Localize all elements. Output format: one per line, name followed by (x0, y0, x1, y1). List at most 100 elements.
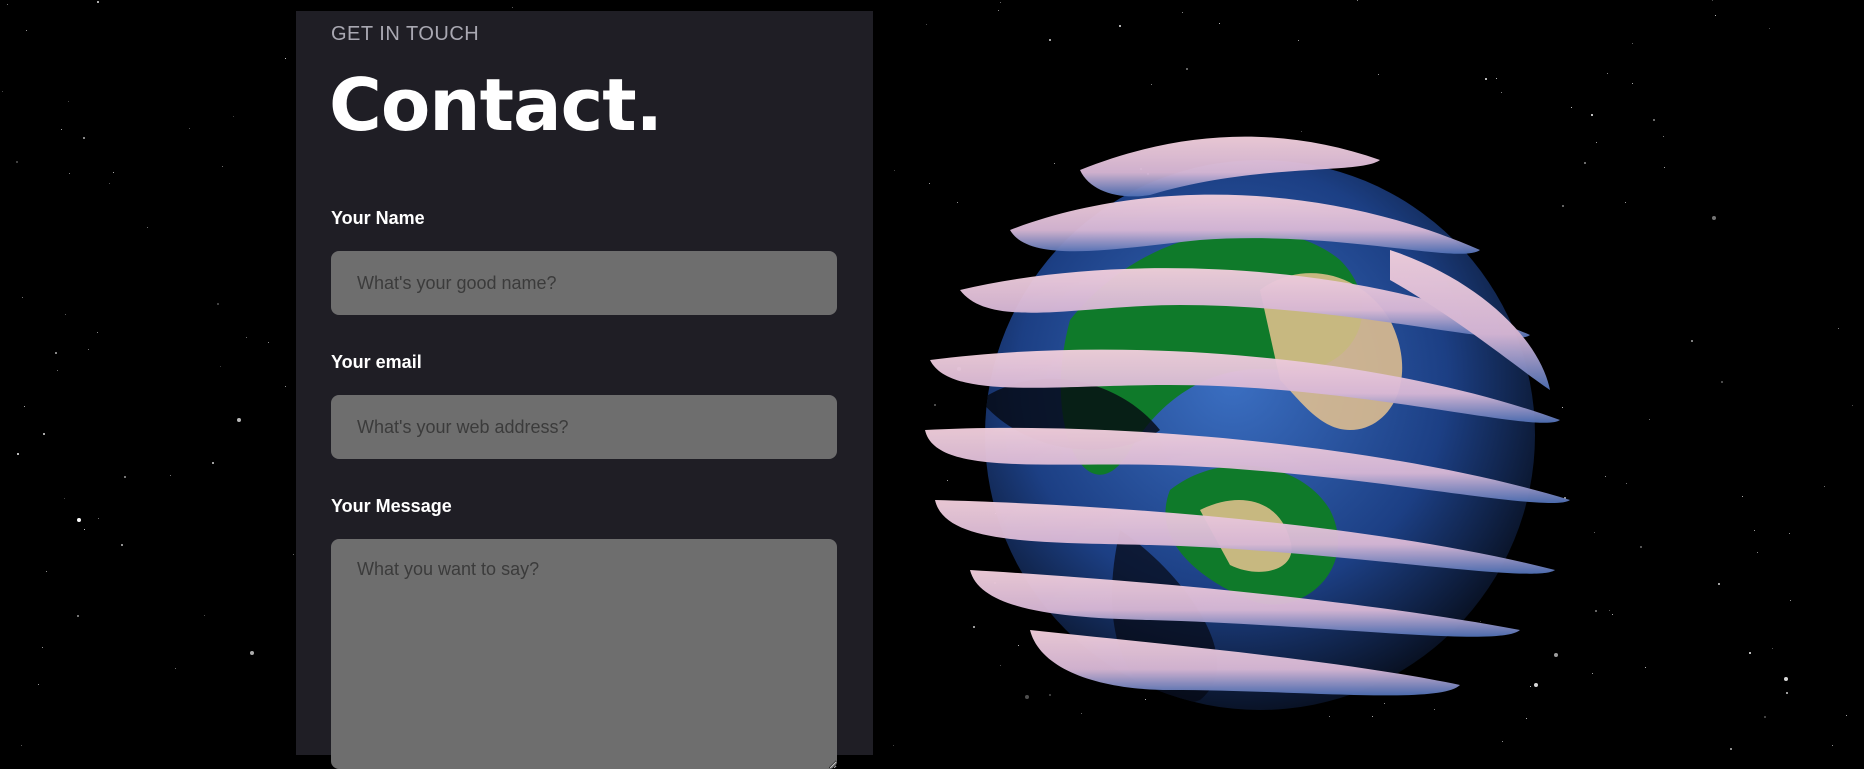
star (250, 651, 254, 655)
star (1186, 68, 1188, 70)
email-label: Your email (331, 352, 422, 372)
star (1605, 476, 1606, 477)
star (65, 314, 66, 315)
star (1691, 340, 1693, 342)
star (1786, 692, 1788, 694)
contact-form-card: GET IN TOUCH Contact. Your Name Your ema… (296, 11, 873, 769)
star (894, 170, 895, 171)
star (1789, 533, 1790, 534)
star (1664, 167, 1665, 168)
star (1784, 677, 1788, 681)
star (1852, 405, 1853, 406)
star (88, 349, 89, 350)
star (1721, 381, 1723, 383)
message-textarea[interactable] (331, 539, 837, 769)
star (293, 554, 294, 555)
star (1501, 92, 1502, 93)
star (170, 475, 171, 476)
star (24, 406, 25, 407)
star (147, 227, 148, 228)
star (1663, 136, 1664, 137)
star (1824, 486, 1825, 487)
star (1757, 552, 1758, 553)
star (1632, 83, 1633, 84)
earth-globe-icon (925, 136, 1570, 710)
section-eyebrow: GET IN TOUCH (331, 23, 480, 45)
earth-globe-canvas[interactable] (920, 100, 1600, 760)
star (1772, 648, 1773, 649)
star (1790, 600, 1791, 601)
star (1754, 530, 1755, 531)
star (1000, 2, 1001, 3)
star (1625, 202, 1626, 203)
star (1718, 583, 1720, 585)
star (246, 337, 247, 338)
star (97, 332, 98, 333)
star (1640, 546, 1642, 548)
star (512, 7, 513, 8)
star (1846, 715, 1847, 716)
star (109, 183, 110, 184)
star (1632, 43, 1633, 44)
star (64, 498, 65, 499)
star (1730, 748, 1732, 750)
star (1838, 328, 1839, 329)
star (16, 161, 18, 163)
star (22, 297, 23, 298)
star (1769, 28, 1770, 29)
star (222, 166, 223, 167)
star (189, 128, 190, 129)
star (268, 342, 269, 343)
name-label: Your Name (331, 208, 425, 228)
star (893, 745, 894, 746)
star (285, 58, 286, 59)
star (61, 129, 62, 130)
page-title: Contact. (329, 63, 663, 147)
star (7, 4, 8, 5)
star (97, 1, 99, 3)
star (1119, 25, 1121, 27)
star (1485, 78, 1487, 80)
star (1712, 0, 1713, 1)
star (42, 647, 43, 648)
star (68, 101, 69, 102)
star (84, 529, 85, 530)
star (1712, 216, 1716, 220)
star (1378, 74, 1379, 75)
star (77, 518, 81, 522)
star (77, 615, 79, 617)
star (1832, 745, 1833, 746)
star (21, 745, 22, 746)
star (1612, 614, 1613, 615)
message-label: Your Message (331, 496, 452, 516)
email-input[interactable] (331, 395, 837, 459)
star (57, 370, 58, 371)
star (38, 684, 39, 685)
star (204, 615, 205, 616)
star (1496, 78, 1497, 79)
star (220, 366, 221, 367)
star (124, 476, 126, 478)
star (1626, 483, 1627, 484)
star (1649, 419, 1650, 420)
star (233, 116, 234, 117)
star (237, 418, 241, 422)
star (17, 453, 19, 455)
star (285, 386, 286, 387)
star (217, 303, 219, 305)
star (46, 571, 47, 572)
star (83, 137, 85, 139)
star (1607, 73, 1608, 74)
star (1645, 667, 1646, 668)
star (1609, 610, 1610, 611)
star (1151, 84, 1152, 85)
star (113, 172, 114, 173)
star (43, 433, 45, 435)
name-input[interactable] (331, 251, 837, 315)
star (1049, 39, 1051, 41)
star (1653, 119, 1655, 121)
star (1298, 40, 1299, 41)
star (121, 544, 123, 546)
star (55, 352, 57, 354)
star (1715, 15, 1716, 16)
